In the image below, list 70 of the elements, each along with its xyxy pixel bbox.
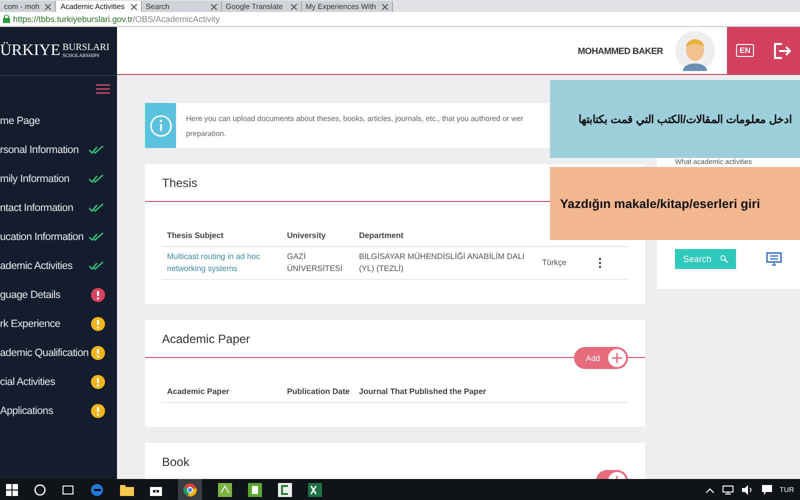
chrome-icon[interactable]	[183, 483, 197, 497]
table-cell-text: BİLGİSAYAR MÜHENDİSLİĞİ ANABİLİM DALI (YL) (TEZLİ)	[359, 251, 526, 275]
double-check-icon	[89, 202, 105, 212]
sidebar-item[interactable]: ntact Information	[0, 202, 74, 214]
exclamation-icon	[91, 316, 105, 330]
double-check-icon	[89, 144, 105, 154]
double-check-icon	[89, 232, 105, 242]
exclamation-icon	[91, 346, 105, 360]
logo-text: ÜRKIYE	[0, 42, 60, 60]
sidebar-item[interactable]: ademic Qualification	[0, 346, 89, 358]
user-name: MOHAMMED BAKER	[578, 46, 663, 56]
column-header: Academic Paper	[167, 386, 230, 396]
avatar-icon[interactable]	[675, 30, 715, 70]
search-icon	[720, 255, 728, 263]
close-icon[interactable]	[130, 4, 137, 10]
exclamation-icon	[91, 288, 105, 302]
more-icon[interactable]	[598, 257, 602, 269]
browser-icon[interactable]	[90, 483, 104, 497]
close-icon[interactable]	[382, 4, 388, 10]
caption-text: Yazdığın makale/kitap/eserleri giri	[560, 196, 760, 210]
sidebar-item[interactable]: ucation Information	[0, 230, 84, 242]
url-text: https://tbbs.turkiyeburslari.gov.tr/OBS/AcademicActivity	[13, 14, 220, 24]
sidebar-item[interactable]: Applications	[0, 404, 54, 416]
sidebar-item[interactable]: me Page	[0, 114, 40, 126]
lock-icon	[3, 15, 10, 23]
windows-icon[interactable]	[6, 484, 18, 496]
sidebar-item[interactable]: rk Experience	[0, 318, 60, 330]
thesis-link[interactable]: Multicast routing in ad hoc networking systems	[167, 251, 279, 275]
language-button[interactable]: EN	[736, 44, 754, 57]
exclamation-icon	[91, 404, 105, 418]
exclamation-icon	[91, 374, 105, 388]
column-header: Publication Date	[287, 386, 351, 396]
spreadsheet-icon[interactable]	[308, 483, 322, 497]
double-check-icon	[89, 260, 105, 270]
sidebar-item[interactable]: rsonal Information	[0, 144, 79, 156]
monitor-icon[interactable]	[766, 252, 782, 266]
sidebar-item[interactable]: mily Information	[0, 172, 70, 184]
network-icon[interactable]	[722, 485, 734, 495]
info-icon	[150, 114, 172, 136]
logo-text: BURSLARI	[62, 42, 110, 52]
close-icon[interactable]	[210, 4, 217, 10]
store-icon[interactable]	[150, 484, 162, 496]
close-icon[interactable]	[290, 4, 297, 10]
app-icon[interactable]	[278, 483, 292, 497]
section-title: Book	[162, 454, 190, 468]
caption-text: ادخل معلومات المقالات/الكتب التي قمت بكتابتها	[578, 112, 792, 126]
table-cell-text: Türkçe	[542, 257, 568, 269]
sidebar-item[interactable]: guage Details	[0, 288, 60, 300]
menu-icon[interactable]	[96, 84, 110, 94]
column-header: Thesis Subject	[167, 230, 224, 240]
double-check-icon	[89, 174, 105, 184]
column-header: University	[287, 230, 327, 240]
notification-icon[interactable]	[762, 485, 772, 495]
sidebar-item[interactable]: ademic Activities	[0, 260, 73, 272]
address-bar[interactable]: https://tbbs.turkiyeburslari.gov.tr/OBS/AcademicActivity	[0, 12, 800, 27]
speaker-icon[interactable]	[742, 485, 754, 495]
section-title: Academic Paper	[162, 332, 250, 346]
column-header: Department	[359, 230, 404, 240]
search-icon[interactable]	[34, 484, 46, 496]
close-icon[interactable]	[45, 4, 52, 10]
plus-icon	[612, 353, 622, 363]
table-cell-text: GAZİ ÜNİVERSİTESİ	[287, 251, 344, 275]
column-header: Journal That Published the Paper	[359, 386, 488, 396]
section-title: Thesis	[162, 176, 198, 190]
tray-caret-icon[interactable]	[706, 488, 714, 492]
sidebar-item[interactable]: cial Activities	[0, 376, 56, 388]
folder-icon[interactable]	[120, 484, 134, 496]
app-icon[interactable]	[248, 483, 262, 497]
logout-icon[interactable]	[772, 42, 791, 60]
task-view-icon[interactable]	[62, 485, 74, 495]
